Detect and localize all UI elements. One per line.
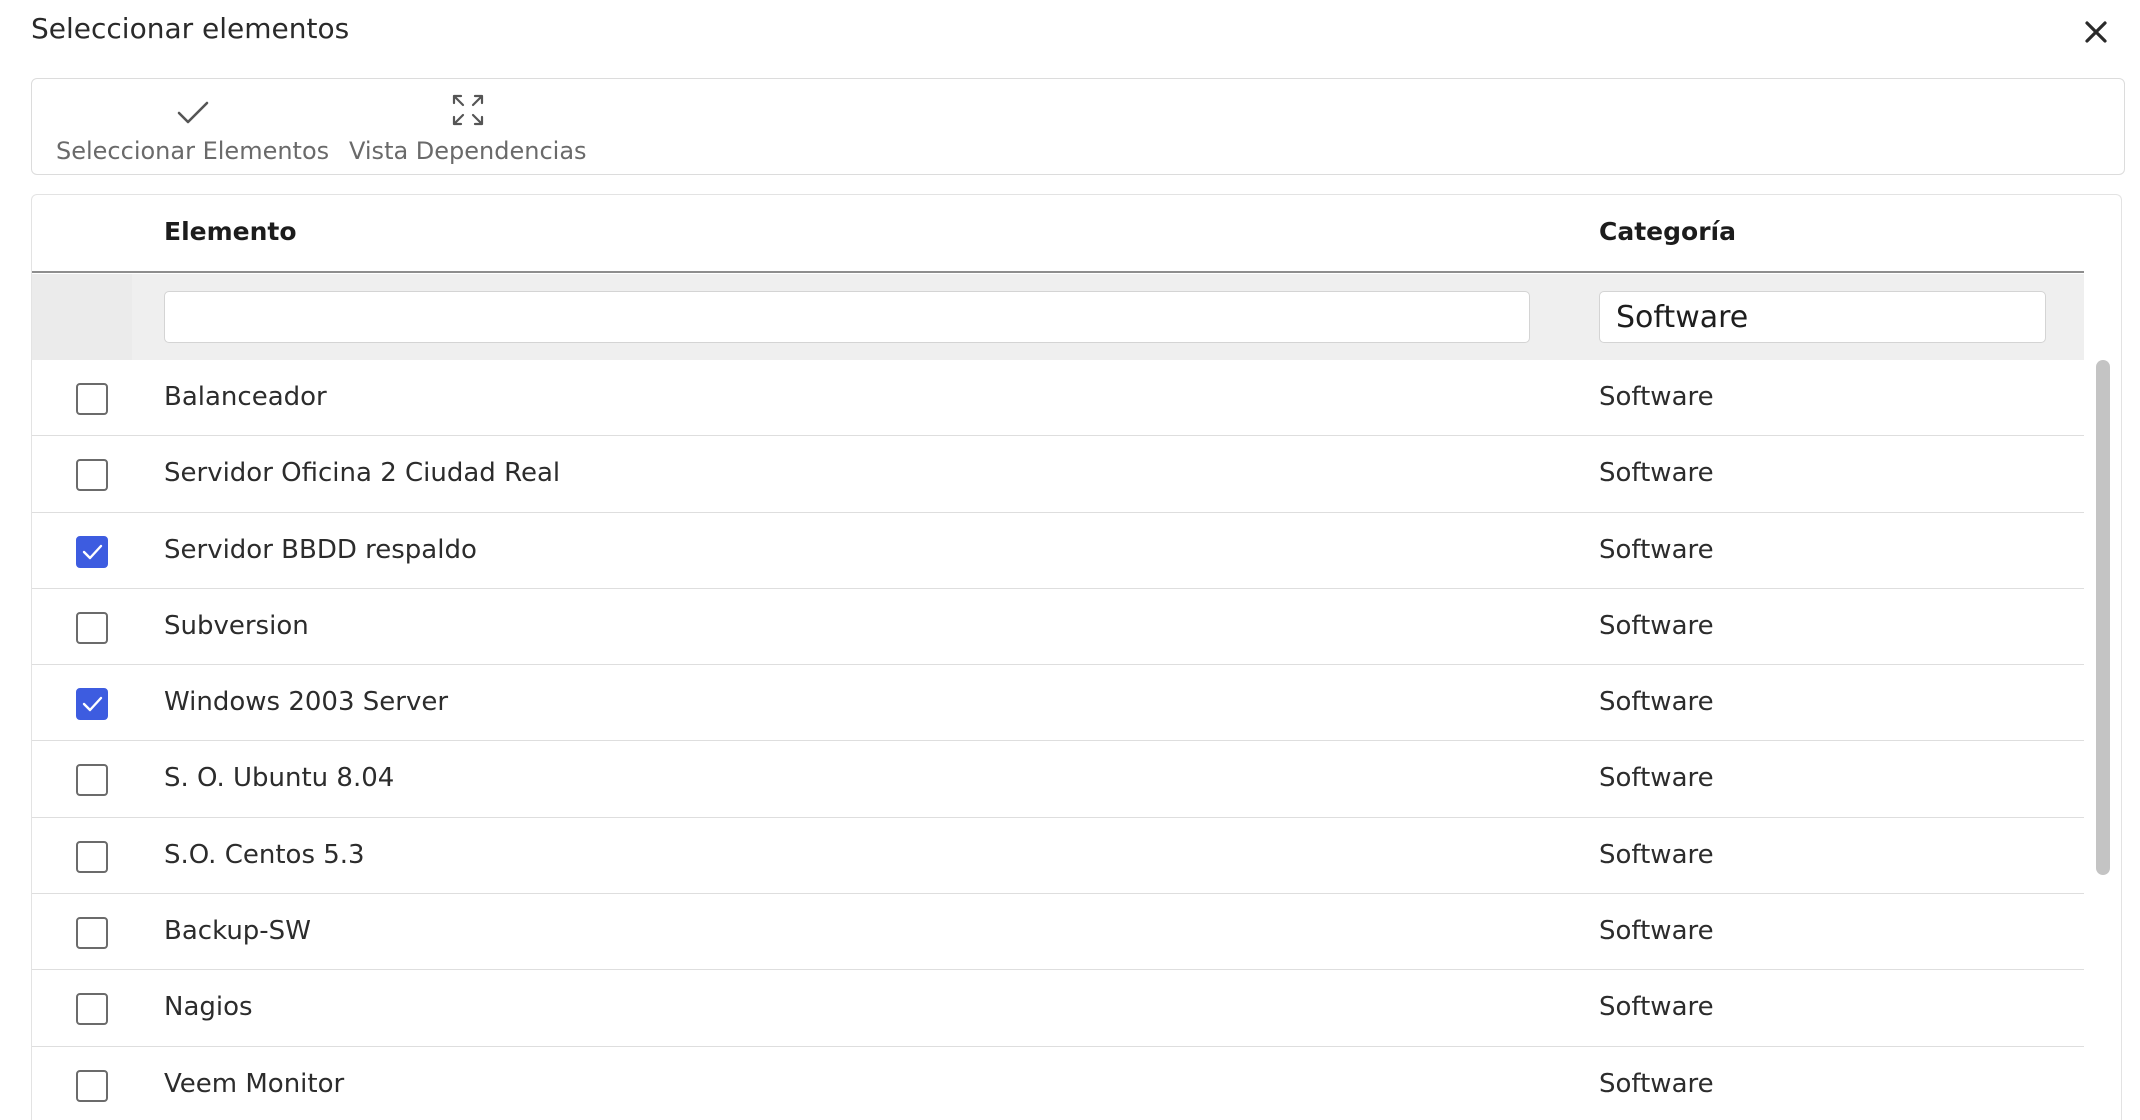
- filter-categoria-input[interactable]: [1599, 291, 2046, 343]
- cell-elemento: Backup-SW: [164, 916, 311, 947]
- cell-elemento: S. O. Ubuntu 8.04: [164, 763, 395, 794]
- cell-elemento: S.O. Centos 5.3: [164, 839, 365, 870]
- check-icon: [177, 101, 208, 124]
- cell-categoria: Software: [1599, 839, 1714, 870]
- checkmark-icon: [82, 696, 103, 712]
- cell-categoria: Software: [1599, 534, 1714, 565]
- column-header-categoria[interactable]: Categoría: [1599, 217, 1736, 246]
- table-row[interactable]: Balanceador Software: [32, 360, 2084, 437]
- cell-elemento: Balanceador: [164, 382, 327, 412]
- filter-row: [32, 274, 2084, 360]
- row-checkbox[interactable]: [76, 535, 108, 568]
- cell-elemento: Servidor Oficina 2 Ciudad Real: [164, 458, 561, 489]
- cell-categoria: Software: [1599, 610, 1714, 641]
- row-checkbox[interactable]: [76, 840, 108, 873]
- cell-categoria: Software: [1599, 916, 1714, 947]
- cell-elemento: Windows 2003 Server: [164, 687, 449, 718]
- row-checkbox[interactable]: [76, 383, 108, 415]
- cell-categoria: Software: [1599, 458, 1714, 489]
- filter-elemento-input[interactable]: [164, 291, 1530, 343]
- cell-categoria: Software: [1599, 687, 1714, 718]
- filter-row-spacer: [32, 274, 132, 360]
- table-row[interactable]: Subversion Software: [32, 589, 2084, 666]
- row-checkbox[interactable]: [76, 611, 108, 644]
- toolbar: Seleccionar Elementos Vista Dependencias: [31, 78, 2125, 175]
- table-row[interactable]: Servidor Oficina 2 Ciudad Real Software: [32, 436, 2084, 513]
- select-elements-label: Seleccionar Elementos: [56, 137, 330, 165]
- select-elements-dialog: Seleccionar elementos Seleccionar Elemen…: [0, 0, 2140, 1120]
- cell-categoria: Software: [1599, 382, 1714, 412]
- cell-elemento: Nagios: [164, 992, 253, 1023]
- dialog-title: Seleccionar elementos: [31, 12, 350, 45]
- table-body: Balanceador Software Servidor Oficina 2 Ci…: [32, 360, 2084, 1120]
- row-checkbox[interactable]: [76, 764, 108, 797]
- table-row[interactable]: S.O. Centos 5.3 Software: [32, 818, 2084, 895]
- cell-elemento: Servidor BBDD respaldo: [164, 534, 477, 565]
- row-checkbox[interactable]: [76, 688, 108, 721]
- close-icon: [2085, 21, 2107, 43]
- close-button[interactable]: [2074, 10, 2118, 54]
- cell-categoria: Software: [1599, 992, 1714, 1023]
- row-checkbox[interactable]: [76, 917, 108, 950]
- table-row[interactable]: Veem Monitor Software: [32, 1047, 2084, 1120]
- expand-icon: [452, 94, 483, 126]
- row-checkbox[interactable]: [76, 459, 108, 492]
- table-row[interactable]: Servidor BBDD respaldo Software: [32, 513, 2084, 589]
- scrollbar-thumb[interactable]: [2096, 360, 2110, 875]
- table-row[interactable]: Windows 2003 Server Software: [32, 665, 2084, 742]
- cell-elemento: Subversion: [164, 610, 309, 641]
- elements-table: Elemento Categoría BalanceadorSoftwareSe…: [31, 194, 2122, 1120]
- cell-categoria: Software: [1599, 763, 1714, 794]
- table-scrollbar[interactable]: [2092, 360, 2116, 1120]
- table-header: Elemento Categoría: [32, 195, 2084, 273]
- dependencies-view-label: Vista Dependencias: [349, 137, 587, 165]
- dependencies-view-button[interactable]: Vista Dependencias: [349, 79, 587, 174]
- column-header-elemento[interactable]: Elemento: [164, 217, 297, 246]
- table-row[interactable]: Nagios Software: [32, 970, 2084, 1047]
- row-checkbox[interactable]: [76, 1069, 108, 1102]
- checkmark-icon: [82, 544, 103, 559]
- table-row[interactable]: Backup-SW Software: [32, 894, 2084, 971]
- cell-categoria: Software: [1599, 1068, 1714, 1099]
- table-row[interactable]: S. O. Ubuntu 8.04 Software: [32, 741, 2084, 818]
- row-checkbox[interactable]: [76, 993, 108, 1026]
- cell-elemento: Veem Monitor: [164, 1068, 345, 1099]
- select-elements-button[interactable]: Seleccionar Elementos: [56, 79, 329, 174]
